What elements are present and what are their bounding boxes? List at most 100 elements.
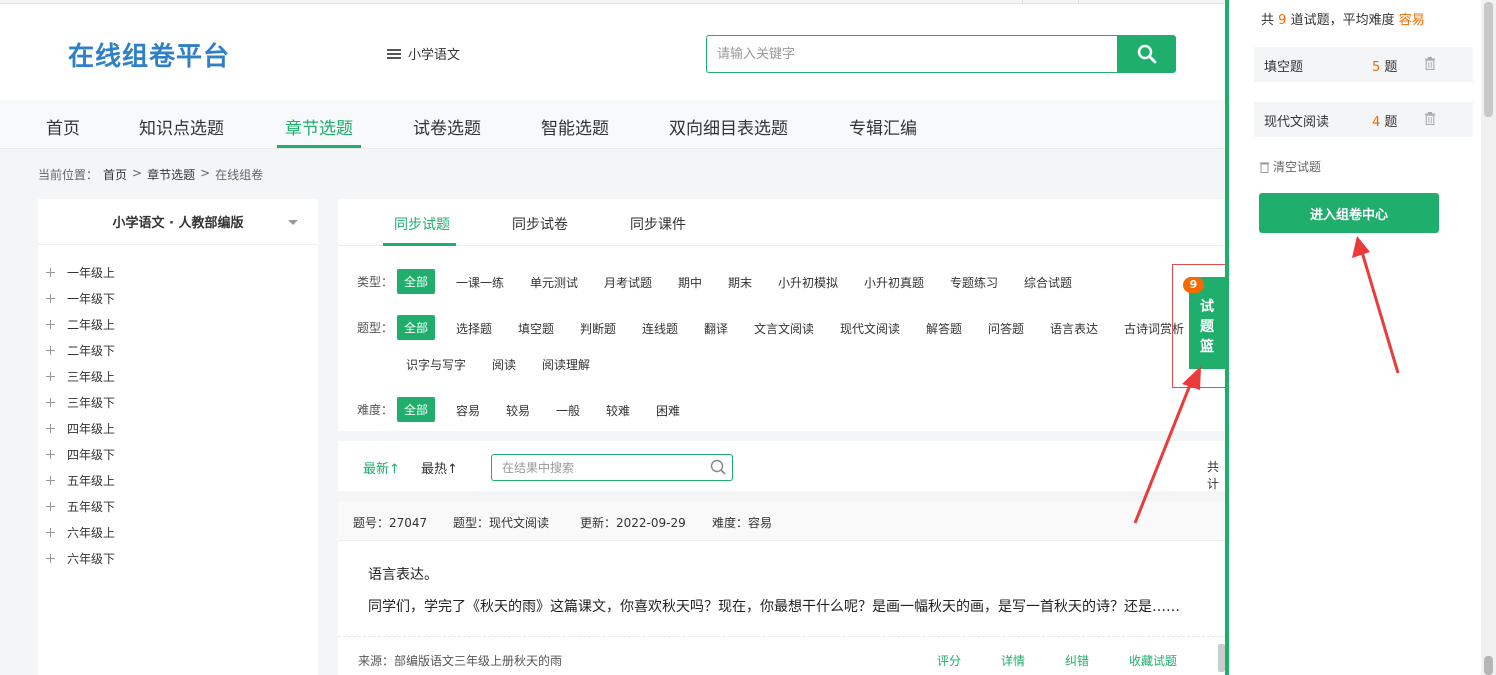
basket-summary: 共 9 道试题，平均难度 容易 xyxy=(1261,9,1425,28)
tab-sync-questions[interactable]: 同步试题 xyxy=(394,214,450,234)
type-chip[interactable]: 期中 xyxy=(678,274,702,291)
tree-item-label: 三年级下 xyxy=(67,396,116,410)
add-to-basket-stub[interactable] xyxy=(1218,644,1225,672)
sort-latest[interactable]: 最新↑ xyxy=(363,458,400,477)
search-icon xyxy=(1137,44,1156,64)
expand-icon xyxy=(46,554,55,563)
nav-smart[interactable]: 智能选题 xyxy=(541,114,609,139)
textbook-selector[interactable]: 小学语文 · 人教部编版 xyxy=(38,199,318,245)
favorite-button[interactable]: 收藏试题 xyxy=(1129,652,1177,669)
qtype-chip[interactable]: 解答题 xyxy=(926,320,962,337)
tree-item[interactable]: 六年级上 xyxy=(46,524,115,541)
trash-icon[interactable] xyxy=(1424,112,1436,125)
site-logo[interactable]: 在线组卷平台 xyxy=(68,36,230,73)
type-chip[interactable]: 期末 xyxy=(728,274,752,291)
type-chip[interactable]: 小升初真题 xyxy=(864,274,924,291)
type-chip[interactable]: 单元测试 xyxy=(530,274,578,291)
result-search-input[interactable] xyxy=(491,454,733,481)
rate-button[interactable]: 评分 xyxy=(937,652,961,669)
qtype-chip[interactable]: 问答题 xyxy=(988,320,1024,337)
type-chip[interactable]: 综合试题 xyxy=(1024,274,1072,291)
qtype-chip[interactable]: 连线题 xyxy=(642,320,678,337)
qtype-chip[interactable]: 阅读理解 xyxy=(542,356,590,373)
tree-item-label: 四年级下 xyxy=(67,448,116,462)
tree-item[interactable]: 四年级上 xyxy=(46,420,115,437)
header: 在线组卷平台 小学语文 xyxy=(0,4,1225,100)
qtype-filter-label: 题型： xyxy=(357,321,394,335)
basket-count-badge: 9 xyxy=(1183,277,1204,293)
report-error-button[interactable]: 纠错 xyxy=(1065,652,1089,669)
nav-two-way-table[interactable]: 双向细目表选题 xyxy=(669,114,788,139)
qtype-chip[interactable]: 识字与写字 xyxy=(406,356,466,373)
qtype-chip[interactable]: 语言表达 xyxy=(1050,320,1098,337)
tree-item[interactable]: 五年级下 xyxy=(46,498,115,515)
qtype-chip-all[interactable]: 全部 xyxy=(397,315,436,340)
tree-item-label: 三年级上 xyxy=(67,370,116,384)
question-stem-title: 语言表达。 xyxy=(368,567,438,583)
tree-item[interactable]: 二年级下 xyxy=(46,342,115,359)
qtype-chip[interactable]: 翻译 xyxy=(704,320,728,337)
difficulty-chip[interactable]: 困难 xyxy=(656,402,680,419)
difficulty-filter-label: 难度： xyxy=(357,403,394,417)
nav-chapter[interactable]: 章节选题 xyxy=(285,114,353,139)
nav-paper[interactable]: 试卷选题 xyxy=(413,114,481,139)
nav-album[interactable]: 专辑汇编 xyxy=(849,114,917,139)
tree-item[interactable]: 一年级下 xyxy=(46,290,115,307)
tree-item[interactable]: 六年级下 xyxy=(46,550,115,567)
expand-icon xyxy=(46,268,55,277)
tab-sync-papers[interactable]: 同步试卷 xyxy=(512,214,568,234)
scrollbar-thumb[interactable] xyxy=(1484,656,1493,675)
tree-item[interactable]: 三年级下 xyxy=(46,394,115,411)
type-chip[interactable]: 小升初模拟 xyxy=(778,274,838,291)
sort-hottest[interactable]: 最热↑ xyxy=(421,458,458,477)
basket-type-unit: 题 xyxy=(1384,115,1398,130)
trash-icon xyxy=(1259,161,1270,173)
nav-knowledge[interactable]: 知识点选题 xyxy=(139,114,224,139)
nav-home[interactable]: 首页 xyxy=(46,114,80,139)
tree-item-label: 六年级上 xyxy=(67,526,116,540)
enter-assembly-center-button[interactable]: 进入组卷中心 xyxy=(1259,193,1439,233)
qtype-chip[interactable]: 现代文阅读 xyxy=(840,320,900,337)
page-scrollbar[interactable] xyxy=(1481,0,1496,675)
basket-type-count: 4 xyxy=(1372,115,1381,130)
clear-questions-label: 清空试题 xyxy=(1273,160,1322,174)
type-chip[interactable]: 专题练习 xyxy=(950,274,998,291)
expand-icon xyxy=(46,502,55,511)
difficulty-chip[interactable]: 较易 xyxy=(506,402,530,419)
tree-item[interactable]: 一年级上 xyxy=(46,264,115,281)
tree-item[interactable]: 四年级下 xyxy=(46,446,115,463)
nav-active-indicator xyxy=(277,145,361,148)
search-icon[interactable] xyxy=(710,459,726,475)
qtype-chip[interactable]: 选择题 xyxy=(456,320,492,337)
breadcrumb-section[interactable]: 章节选题 xyxy=(147,166,195,183)
clear-questions-button[interactable]: 清空试题 xyxy=(1259,158,1321,175)
difficulty-chip[interactable]: 容易 xyxy=(456,402,480,419)
search-button[interactable] xyxy=(1117,35,1176,73)
tree-item[interactable]: 三年级上 xyxy=(46,368,115,385)
qtype-chip[interactable]: 判断题 xyxy=(580,320,616,337)
type-filter-label: 类型： xyxy=(357,275,394,289)
type-chip-all[interactable]: 全部 xyxy=(397,269,436,294)
type-chip[interactable]: 一课一练 xyxy=(456,274,504,291)
subject-label: 小学语文 xyxy=(408,48,461,63)
question-stem-text: 同学们，学完了《秋天的雨》这篇课文，你喜欢秋天吗？现在，你最想干什么呢？是画一幅… xyxy=(368,599,1180,615)
trash-icon[interactable] xyxy=(1424,57,1436,70)
breadcrumb-current: 在线组卷 xyxy=(215,168,264,182)
tree-item[interactable]: 二年级上 xyxy=(46,316,115,333)
scrollbar-track-thumb[interactable] xyxy=(1484,2,1493,117)
qtype-chip[interactable]: 阅读 xyxy=(492,356,516,373)
tree-item-label: 二年级下 xyxy=(67,344,116,358)
difficulty-chip-all[interactable]: 全部 xyxy=(397,397,436,422)
subject-selector[interactable]: 小学语文 xyxy=(387,44,460,63)
difficulty-chip[interactable]: 一般 xyxy=(556,402,580,419)
keyword-search-input[interactable] xyxy=(706,35,1118,73)
tree-item[interactable]: 五年级上 xyxy=(46,472,115,489)
breadcrumb-home[interactable]: 首页 xyxy=(103,166,127,183)
details-button[interactable]: 详情 xyxy=(1001,652,1025,669)
qtype-chip[interactable]: 文言文阅读 xyxy=(754,320,814,337)
type-chip[interactable]: 月考试题 xyxy=(604,274,652,291)
basket-type-count: 5 xyxy=(1372,60,1381,75)
qtype-chip[interactable]: 填空题 xyxy=(518,320,554,337)
tab-sync-courseware[interactable]: 同步课件 xyxy=(630,214,686,234)
difficulty-chip[interactable]: 较难 xyxy=(606,402,630,419)
